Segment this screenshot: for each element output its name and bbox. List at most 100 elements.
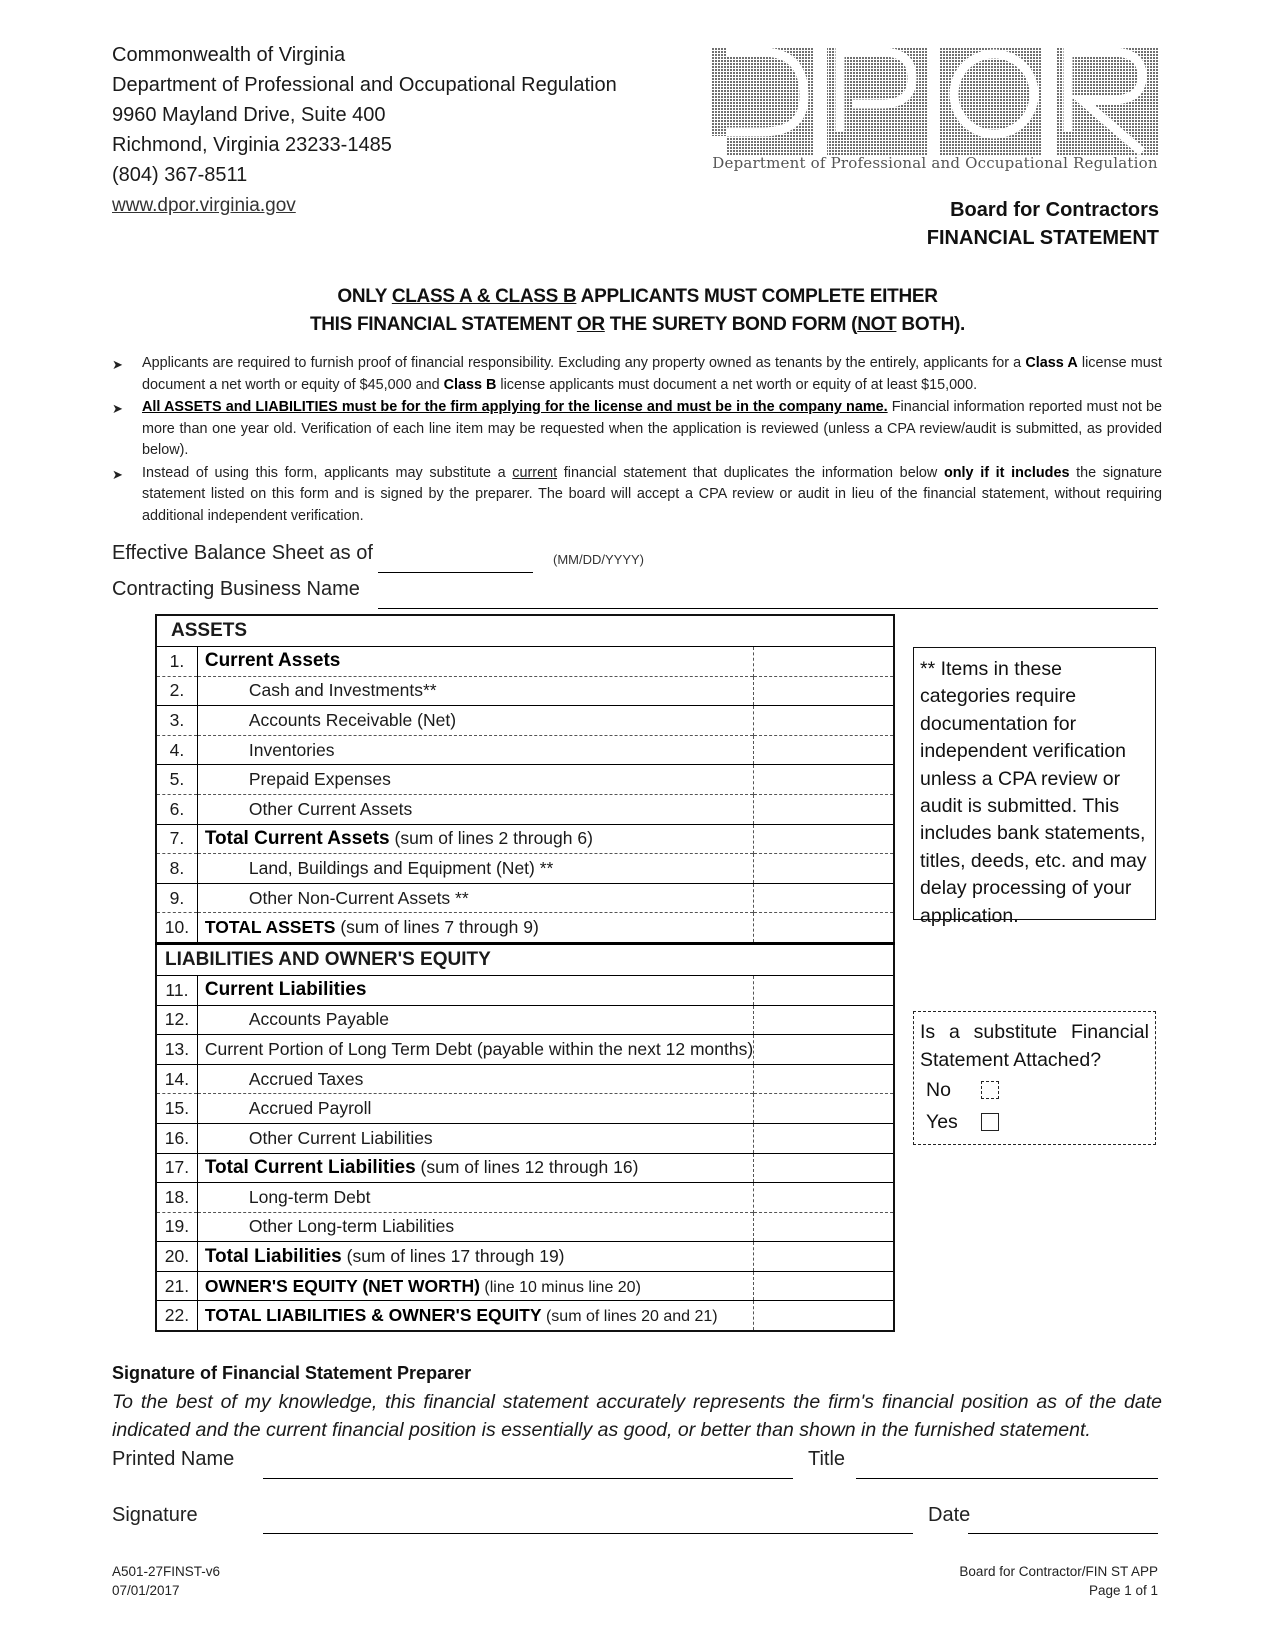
financial-statement-table: ASSETS 1. Current Assets 2. Cash and Invest… <box>155 614 895 1333</box>
line-description: Accrued Payroll <box>197 1093 754 1124</box>
line-number: 9. <box>156 882 198 913</box>
arrow-bullet-icon: ➤ <box>112 357 123 372</box>
line-label: Accounts Receivable (Net) <box>248 709 457 730</box>
line-amount-field[interactable] <box>753 1004 894 1035</box>
line-amount-field[interactable] <box>753 974 894 1006</box>
agency-address: Commonwealth of Virginia Department of P… <box>112 40 617 221</box>
line-amount-field[interactable] <box>753 675 894 706</box>
line-amount-field[interactable] <box>753 1034 894 1065</box>
line-amount-field[interactable] <box>753 646 894 677</box>
line-label-bold: Total Current Assets <box>204 827 390 849</box>
line-description: Current Liabilities <box>197 974 754 1006</box>
instruction-text: financial statement that duplicates the … <box>557 464 944 481</box>
line-amount-field[interactable] <box>753 912 894 944</box>
address-line: Richmond, Virginia 23233-1485 <box>112 134 392 156</box>
line-amount-field[interactable] <box>753 853 894 884</box>
instructions-list: ➤ Applicants are required to furnish pro… <box>112 353 1162 528</box>
table-row: 3. Accounts Receivable (Net) <box>156 705 894 736</box>
title-label: Title <box>808 1448 846 1470</box>
dpor-logo <box>712 48 1158 156</box>
table-row: 9. Other Non-Current Assets ** <box>156 882 894 913</box>
form-code: Board for Contractor/FIN ST APP <box>959 1564 1158 1579</box>
table-row: 6. Other Current Assets <box>156 793 894 825</box>
line-description: Total Liabilities (sum of lines 17 throu… <box>197 1241 754 1272</box>
line-number: 11. <box>156 974 198 1006</box>
line-description: Long-term Debt <box>197 1182 754 1213</box>
signature-field[interactable] <box>263 1513 913 1534</box>
line-description: OWNER'S EQUITY (NET WORTH) (line 10 minu… <box>197 1270 754 1301</box>
form-id: A501-27FINST-v6 <box>112 1564 221 1579</box>
line-amount-field[interactable] <box>753 1093 894 1124</box>
line-amount-field[interactable] <box>753 1241 894 1272</box>
logo-caption: Department of Professional and Occupatio… <box>712 154 1158 172</box>
balance-sheet-date-label: Effective Balance Sheet as of <box>112 542 373 564</box>
business-name-label: Contracting Business Name <box>112 578 360 600</box>
line-label: Long-term Debt <box>248 1186 371 1207</box>
line-amount-field[interactable] <box>753 1152 894 1183</box>
line-amount-field[interactable] <box>753 764 894 795</box>
form-title: FINANCIAL STATEMENT <box>926 227 1159 249</box>
line-amount-field[interactable] <box>753 1122 894 1153</box>
instruction-bold: only if it includes <box>943 464 1070 481</box>
line-amount-field[interactable] <box>753 823 894 854</box>
line-amount-field[interactable] <box>753 705 894 736</box>
line-amount-field[interactable] <box>753 1063 894 1094</box>
table-row: 19. Other Long-term Liabilities <box>156 1211 894 1242</box>
line-label: (sum of lines 2 through 6) <box>389 827 593 848</box>
line-label-bold: TOTAL LIABILITIES & OWNER'S EQUITY <box>204 1305 542 1326</box>
line-label: Accrued Payroll <box>248 1098 372 1119</box>
line-label: Prepaid Expenses <box>248 769 391 790</box>
option-yes[interactable]: Yes <box>920 1106 1149 1138</box>
line-amount-field[interactable] <box>753 1211 894 1242</box>
line-number: 20. <box>156 1241 198 1272</box>
instruction-underlined: current <box>512 464 558 481</box>
line-number: 14. <box>156 1063 198 1094</box>
line-number: 4. <box>156 734 198 765</box>
website-link[interactable]: www.dpor.virginia.gov <box>112 195 296 216</box>
board-name: Board for Contractors <box>950 199 1159 221</box>
line-amount-field[interactable] <box>753 882 894 913</box>
line-description: Prepaid Expenses <box>197 764 754 795</box>
yes-checkbox[interactable] <box>981 1113 999 1131</box>
form-revision-date: 07/01/2017 <box>112 1583 180 1598</box>
table-row: 20. Total Liabilities (sum of lines 17 th… <box>156 1241 894 1272</box>
line-amount-field[interactable] <box>753 1270 894 1301</box>
banner-text: ONLY <box>337 286 392 307</box>
line-description: TOTAL ASSETS (sum of lines 7 through 9) <box>197 912 754 944</box>
instruction-text: license applicants must document a net w… <box>496 376 978 393</box>
line-amount-field[interactable] <box>753 1300 894 1332</box>
line-number: 8. <box>156 853 198 884</box>
line-number: 5. <box>156 764 198 795</box>
printed-name-field[interactable] <box>263 1458 793 1479</box>
substitute-statement-box: Is a substitute Financial Statement Atta… <box>913 1011 1156 1145</box>
line-amount-field[interactable] <box>753 734 894 765</box>
signature-heading: Signature of Financial Statement Prepare… <box>112 1363 472 1383</box>
line-number: 21. <box>156 1270 198 1301</box>
line-label: (line 10 minus line 20) <box>479 1278 641 1296</box>
line-label: Accrued Taxes <box>248 1068 364 1089</box>
option-no[interactable]: No <box>920 1074 1149 1106</box>
title-field[interactable] <box>856 1458 1158 1479</box>
address-line: 9960 Mayland Drive, Suite 400 <box>112 104 386 126</box>
line-label-bold: Current Assets <box>204 650 341 672</box>
footer-left: A501-27FINST-v6 07/01/2017 <box>112 1562 220 1600</box>
balance-sheet-date-field[interactable] <box>378 552 533 573</box>
signature-label: Signature <box>112 1504 198 1526</box>
line-label-bold: TOTAL ASSETS <box>204 917 336 938</box>
instruction-item: ➤ Instead of using this form, applicants… <box>112 463 1162 528</box>
banner-text: APPLICANTS MUST COMPLETE EITHER <box>576 286 938 307</box>
line-number: 18. <box>156 1182 198 1213</box>
line-amount-field[interactable] <box>753 793 894 825</box>
table-row: 17. Total Current Liabilities (sum of lin… <box>156 1152 894 1183</box>
no-checkbox[interactable] <box>981 1081 999 1099</box>
instruction-item: ➤ Applicants are required to furnish pro… <box>112 353 1162 396</box>
line-label: (sum of lines 12 through 16) <box>415 1156 639 1177</box>
line-number: 2. <box>156 675 198 706</box>
business-name-field[interactable] <box>378 588 1158 609</box>
line-amount-field[interactable] <box>753 1182 894 1213</box>
table-row: 2. Cash and Investments** <box>156 675 894 706</box>
table-row: 11. Current Liabilities <box>156 974 894 1006</box>
line-description: TOTAL LIABILITIES & OWNER'S EQUITY (sum … <box>197 1300 754 1332</box>
date-field[interactable] <box>968 1513 1158 1534</box>
option-label: Yes <box>926 1111 958 1133</box>
